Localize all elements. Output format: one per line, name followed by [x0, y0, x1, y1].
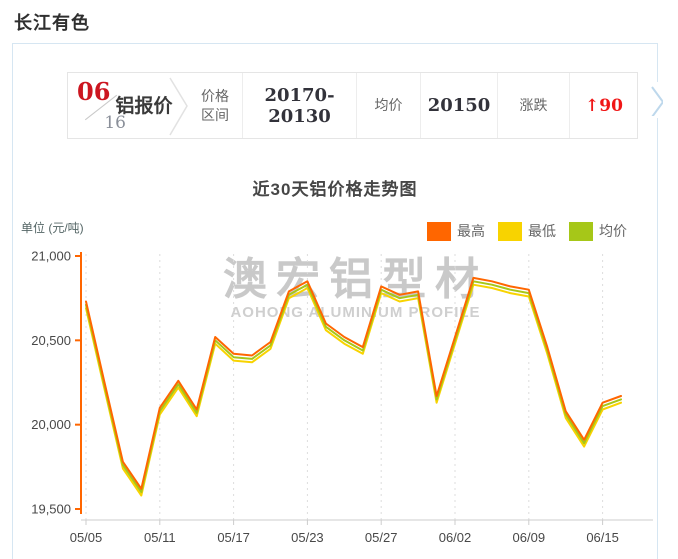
- quote-month: 06: [77, 77, 110, 106]
- x-axis-tick-label: 05/17: [217, 530, 250, 545]
- legend-label: 最高: [457, 221, 485, 241]
- y-axis-tick-label: 21,000: [31, 249, 71, 264]
- price-trend-chart: 05/05 05/11 05/17 05/23 05/27 06/02 06/09 06/15…: [13, 206, 659, 559]
- x-axis-tick-label: 05/23: [291, 530, 324, 545]
- quote-range-value: 20170-20130: [242, 73, 356, 138]
- y-axis-tick-label: 19,500: [31, 502, 71, 517]
- quote-avg-label: 均价: [356, 73, 420, 138]
- legend-item[interactable]: 最低: [498, 221, 556, 241]
- aluminum-quote-bar[interactable]: 06 16 铝报价 价格 区间 20170-20130 均价 20150: [67, 72, 638, 139]
- quote-avg-value: 20150: [420, 73, 497, 138]
- x-axis-tick-label: 05/27: [365, 530, 398, 545]
- x-axis-tick-label: 06/09: [513, 530, 546, 545]
- carousel-next-button[interactable]: [647, 82, 665, 118]
- y-axis-tick-label: 20,000: [31, 417, 71, 432]
- x-axis-tick-label: 06/02: [439, 530, 472, 545]
- legend-item[interactable]: 最高: [427, 221, 485, 241]
- page: 长江有色 06 16 铝报价 价格 区间 20170-20130: [0, 0, 678, 559]
- chart-legend: 最高 最低 均价: [427, 221, 640, 241]
- axis-unit-label: 单位 (元/吨): [21, 219, 84, 236]
- content-panel: 06 16 铝报价 价格 区间 20170-20130 均价 20150: [12, 43, 658, 559]
- legend-label: 最低: [528, 221, 556, 241]
- x-axis-tick-label: 06/15: [586, 530, 619, 545]
- series-line-最低: [86, 285, 621, 496]
- legend-item[interactable]: 均价: [569, 221, 627, 241]
- price-up-indicator: ↑90: [585, 96, 623, 116]
- x-axis-tick-label: 05/11: [144, 530, 176, 545]
- legend-label: 均价: [599, 221, 627, 241]
- quote-range-label: 价格 区间: [188, 73, 242, 138]
- quote-product-name: 铝报价: [115, 73, 173, 140]
- series-line-均价: [86, 281, 621, 492]
- legend-swatch-icon: [427, 222, 451, 241]
- y-axis-tick-label: 20,500: [31, 333, 71, 348]
- x-axis-tick-label: 05/05: [70, 530, 103, 545]
- page-title: 长江有色: [14, 9, 90, 35]
- quote-change-label: 涨跌: [497, 73, 569, 138]
- quote-change-value: ↑90: [569, 73, 638, 138]
- legend-swatch-icon: [498, 222, 522, 241]
- series-line-最高: [86, 278, 621, 489]
- up-arrow-icon: ↑: [585, 96, 599, 116]
- chart-title: 近30天铝价格走势图: [13, 175, 657, 200]
- legend-swatch-icon: [569, 222, 593, 241]
